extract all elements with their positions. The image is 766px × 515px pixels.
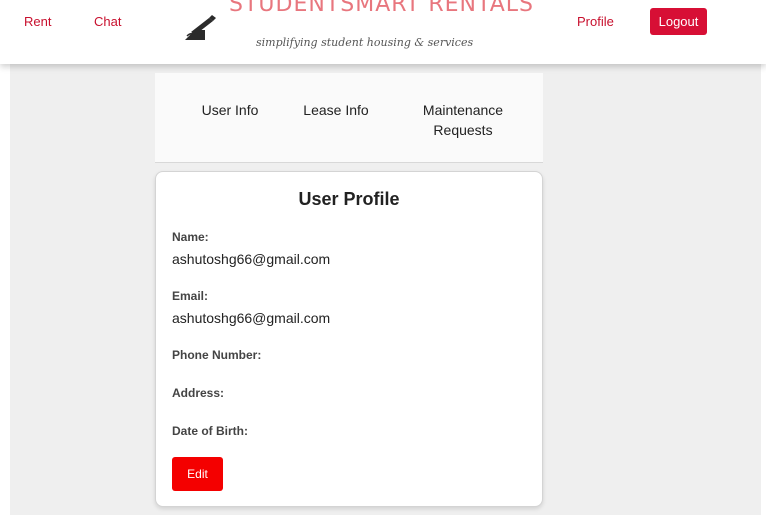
brand-tagline: simplifying student housing & services (256, 36, 474, 49)
nav-chat-link[interactable]: Chat (94, 14, 121, 29)
edit-profile-button[interactable]: Edit (172, 457, 223, 491)
nav-profile-link[interactable]: Profile (577, 14, 614, 29)
card-title: User Profile (298, 189, 400, 209)
dob-label: Date of Birth: (172, 424, 248, 438)
phone-label: Phone Number: (172, 348, 262, 362)
name-value: ashutoshg66@gmail.com (172, 251, 331, 267)
email-label: Email: (172, 289, 209, 303)
profile-tabs: User Info Lease Info Maintenance Request… (155, 73, 543, 163)
pen-writing-icon (185, 15, 216, 40)
user-profile-card: User Profile Name: ashutoshg66@gmail.com… (155, 171, 543, 507)
brand-title: STUDENTSMART RENTALS (229, 0, 535, 17)
logout-button[interactable]: Logout (650, 8, 707, 35)
name-label: Name: (172, 230, 209, 244)
tab-maintenance-requests[interactable]: Maintenance Requests (411, 100, 515, 140)
address-label: Address: (172, 386, 225, 400)
tab-lease-info[interactable]: Lease Info (297, 100, 375, 120)
top-header: Rent Chat STUDENTSMART RENTALS simplifyi… (0, 0, 766, 64)
nav-rent-link[interactable]: Rent (24, 14, 51, 29)
tab-user-info[interactable]: User Info (200, 100, 260, 120)
email-value: ashutoshg66@gmail.com (172, 310, 331, 326)
